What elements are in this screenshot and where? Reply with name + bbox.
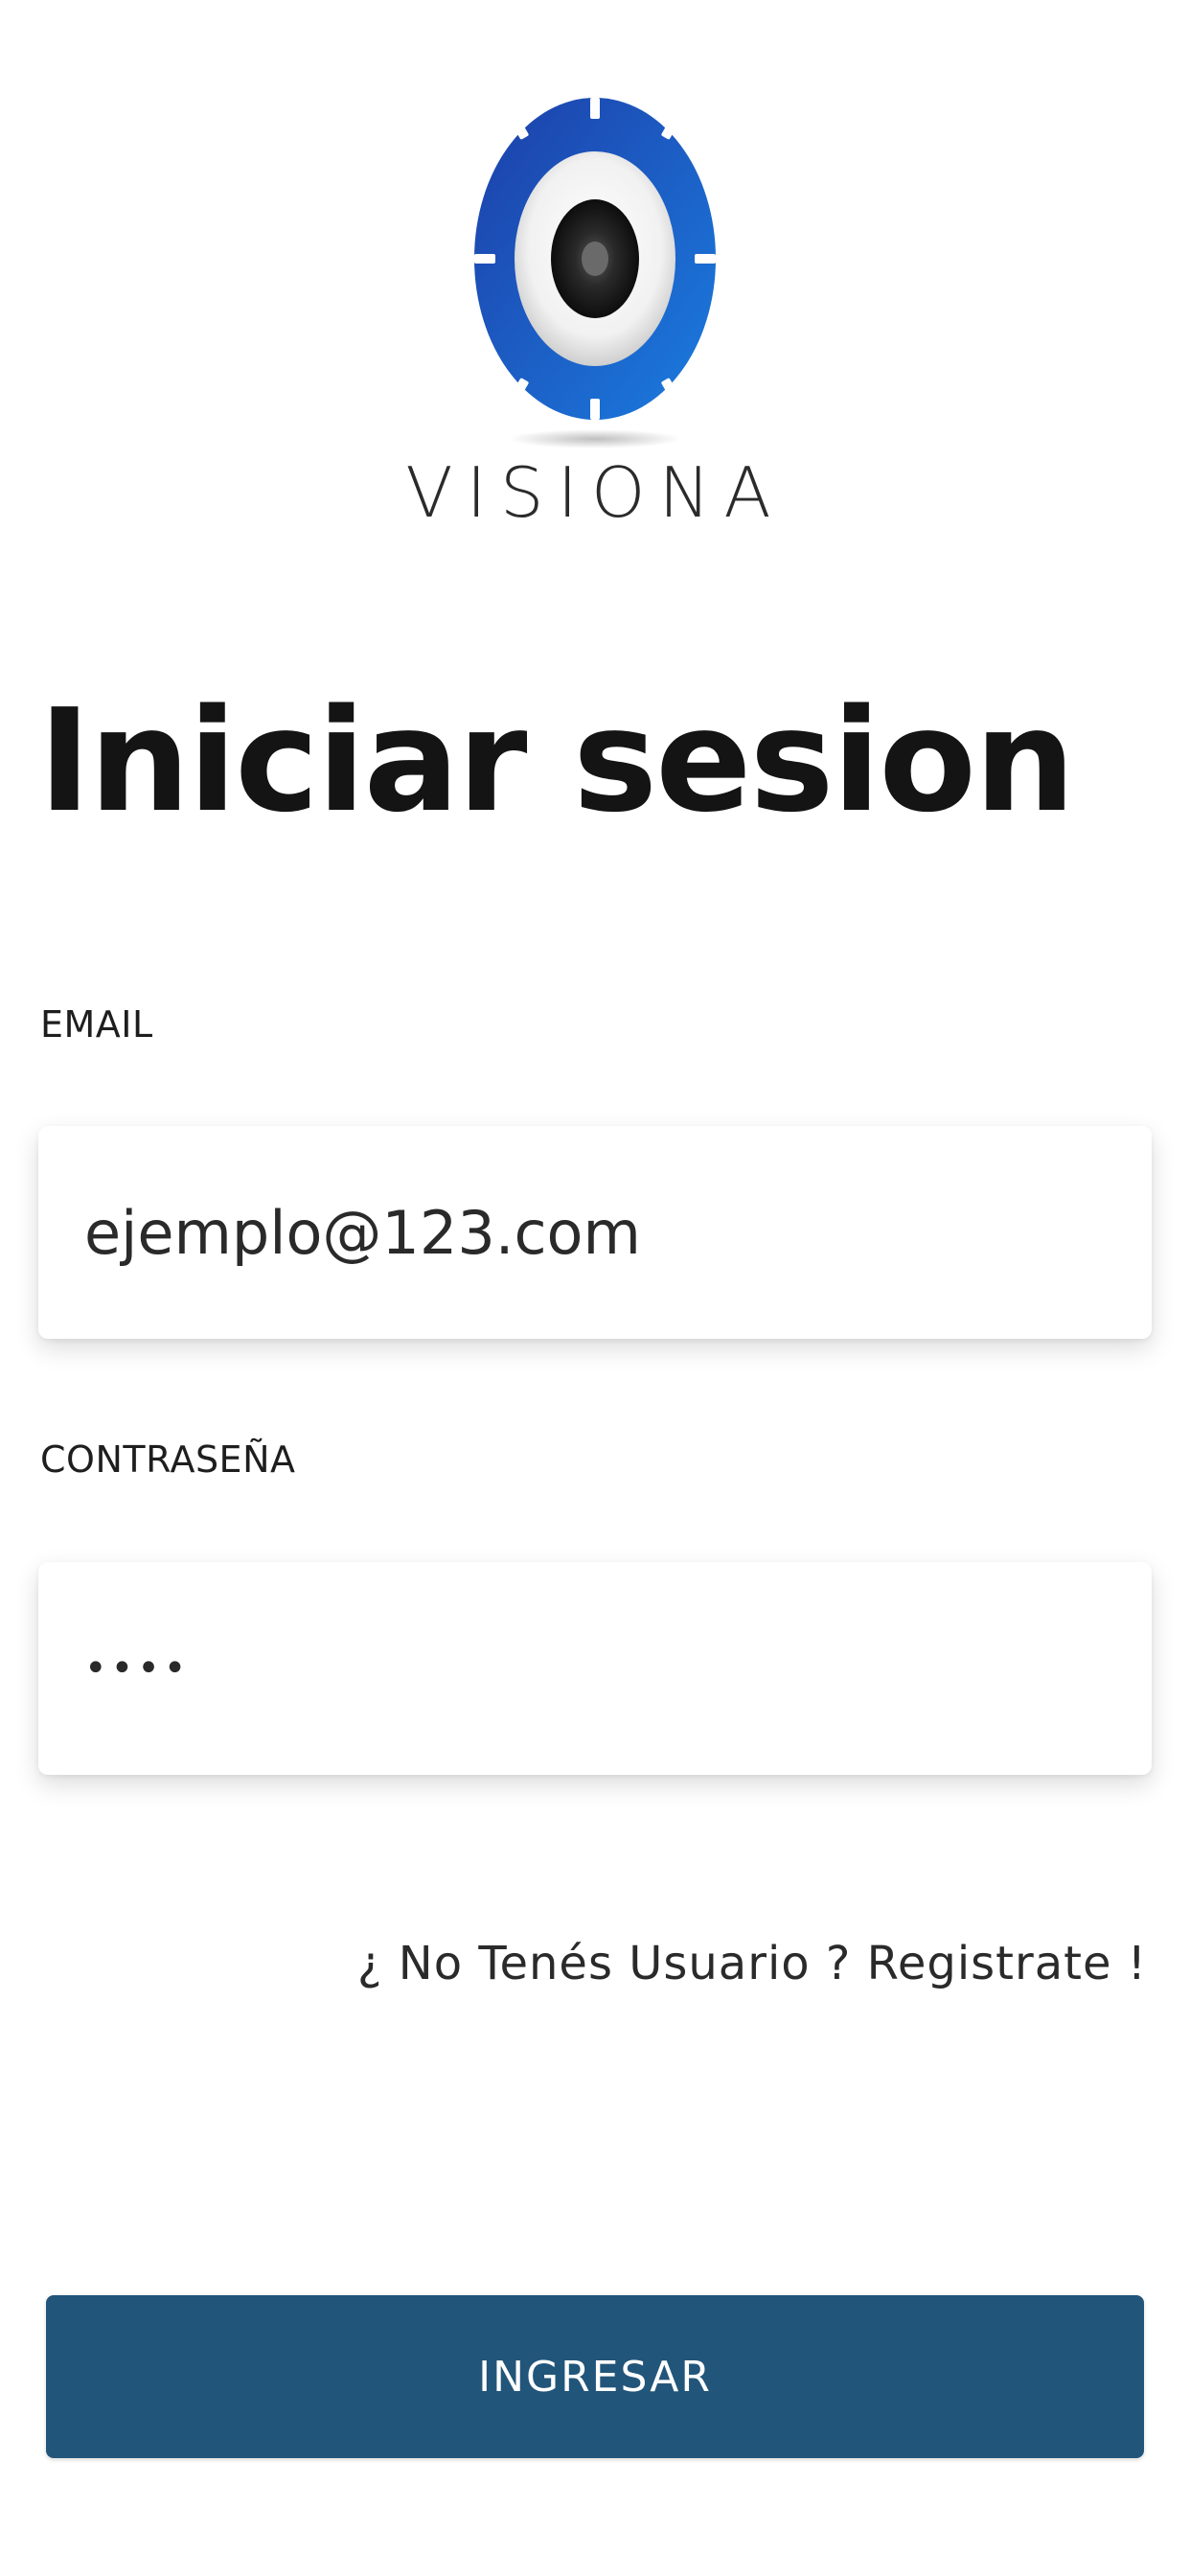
eye-gear-icon: [469, 98, 721, 448]
brand-name: VISIONA: [405, 452, 785, 533]
password-label: CONTRASEÑA: [40, 1438, 296, 1481]
email-field[interactable]: [38, 1126, 1152, 1339]
register-link[interactable]: ¿ No Tenés Usuario ? Registrate !: [357, 1941, 1147, 1987]
brand-logo: VISIONA: [0, 67, 1190, 546]
submit-button[interactable]: INGRESAR: [46, 2295, 1144, 2458]
password-field[interactable]: [38, 1562, 1152, 1775]
password-field-container: [38, 1562, 1152, 1775]
page-title: Iniciar sesion: [38, 678, 1075, 843]
email-field-container: [38, 1126, 1152, 1339]
email-label: EMAIL: [40, 1003, 153, 1046]
